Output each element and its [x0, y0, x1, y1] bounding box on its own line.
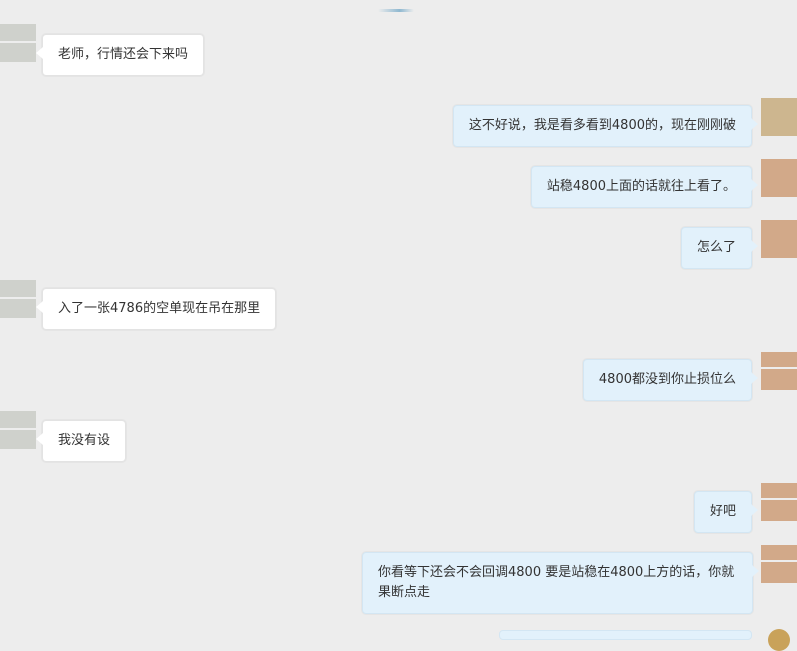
self-avatar[interactable]	[761, 220, 797, 258]
self-avatar[interactable]	[761, 159, 797, 197]
contact-avatar[interactable]	[0, 24, 36, 62]
message-bubble-incoming: 我没有设	[35, 420, 127, 462]
message-bubble-outgoing: 你看等下还会不会回调4800 要是站稳在4800上方的话，你就果断点走	[362, 552, 759, 614]
self-avatar[interactable]	[761, 98, 797, 136]
message-bubble-incoming: 老师，行情还会下来吗	[35, 34, 205, 76]
self-avatar[interactable]	[761, 483, 797, 521]
scroll-indicator	[378, 9, 414, 12]
message-bubble-outgoing: 4800都没到你止损位么	[582, 359, 759, 401]
message-bubble-incoming: 入了一张4786的空单现在吊在那里	[35, 288, 277, 330]
self-avatar[interactable]	[761, 545, 797, 583]
message-bubble-outgoing: 怎么了	[680, 227, 759, 269]
message-bubble-outgoing-partial	[499, 630, 752, 640]
message-bubble-outgoing: 站稳4800上面的话就往上看了。	[530, 166, 759, 208]
contact-avatar[interactable]	[0, 411, 36, 449]
self-avatar[interactable]	[761, 352, 797, 390]
message-bubble-outgoing: 这不好说，我是看多看到4800的，现在刚刚破	[452, 105, 759, 147]
contact-avatar[interactable]	[0, 280, 36, 318]
self-avatar[interactable]	[768, 629, 790, 651]
message-bubble-outgoing: 好吧	[693, 491, 759, 533]
